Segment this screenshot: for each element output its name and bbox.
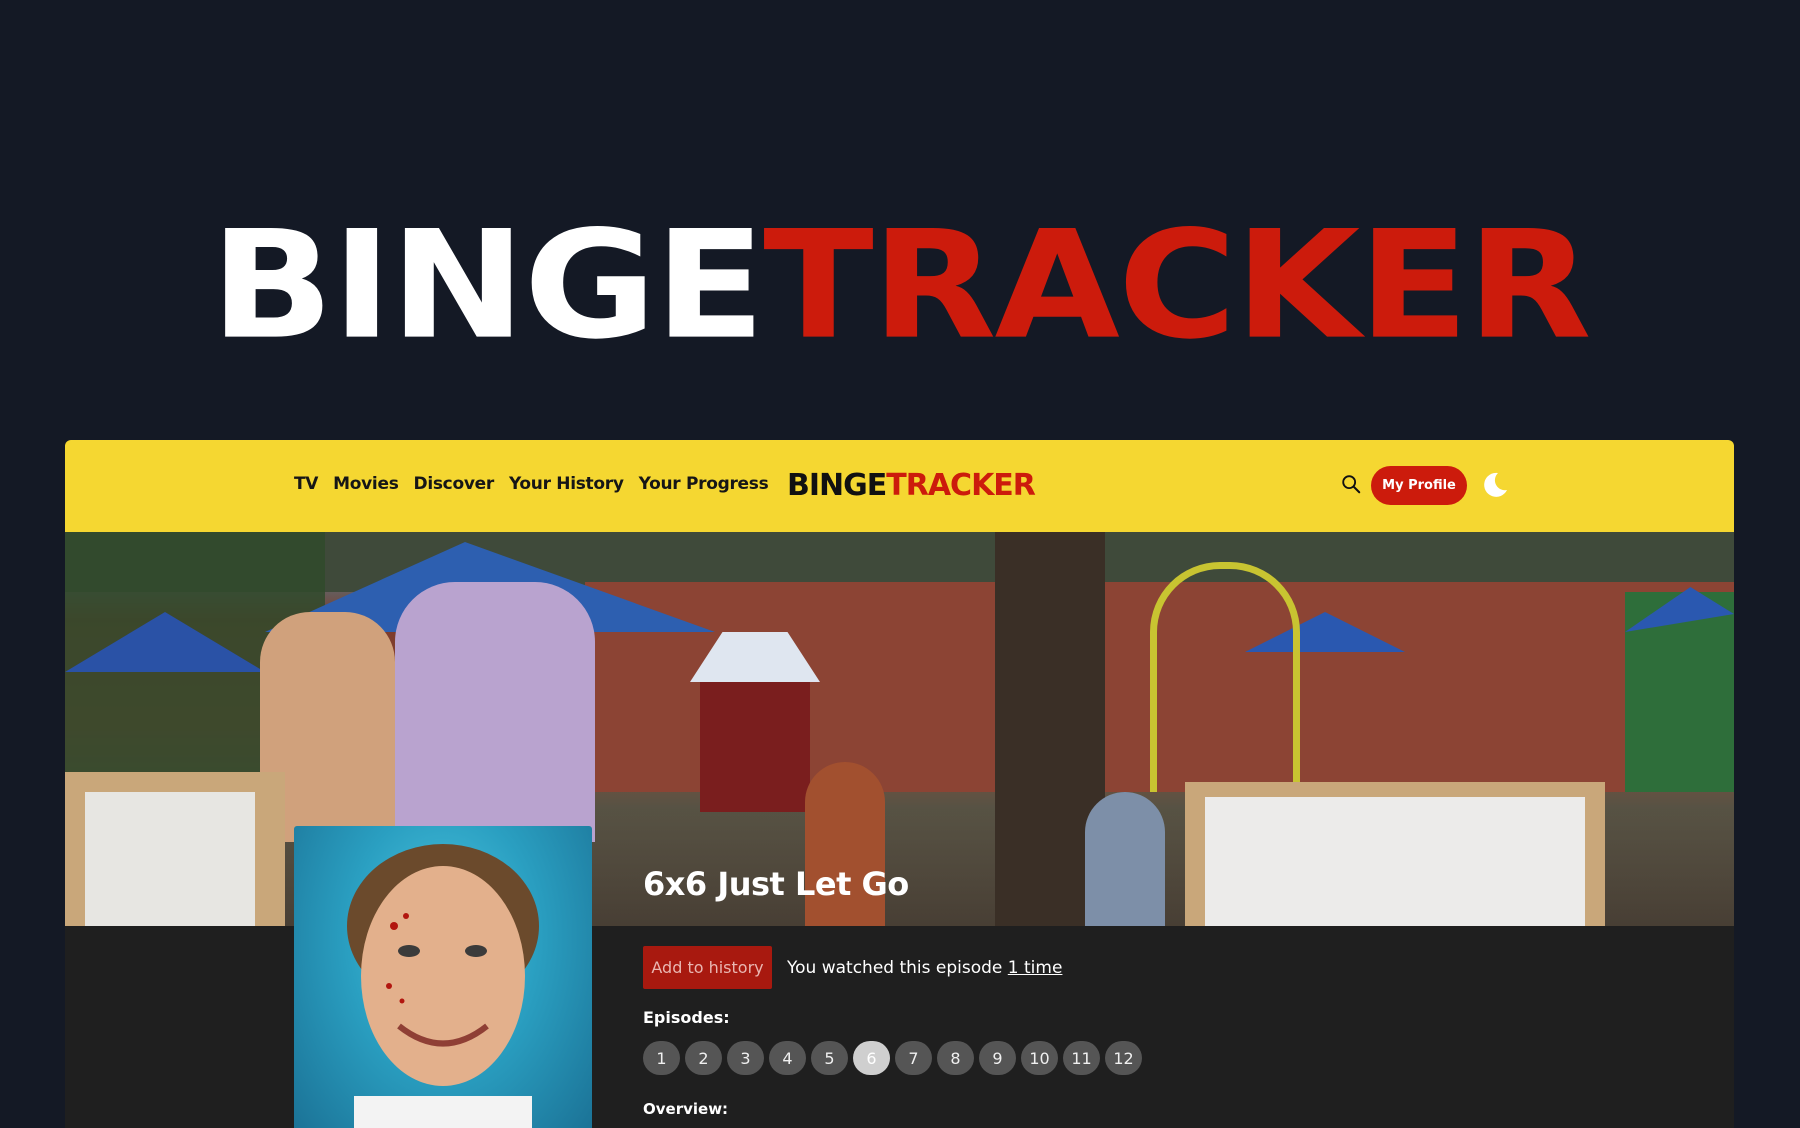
episode-pill-5[interactable]: 5 [811,1041,848,1075]
nav-link-your-progress[interactable]: Your Progress [639,474,769,494]
episode-pill-10[interactable]: 10 [1021,1041,1058,1075]
nav-link-tv[interactable]: TV [294,474,318,494]
navbar: TV Movies Discover Your History Your Pro… [65,440,1734,532]
episode-pill-8[interactable]: 8 [937,1041,974,1075]
episode-pill-3[interactable]: 3 [727,1041,764,1075]
episode-pill-1[interactable]: 1 [643,1041,680,1075]
hero-logo-binge: BINGE [210,199,765,373]
episode-pill-6[interactable]: 6 [853,1041,890,1075]
add-to-history-button[interactable]: Add to history [643,946,772,989]
nav-link-discover[interactable]: Discover [414,474,495,494]
app-window: TV Movies Discover Your History Your Pro… [65,440,1734,1128]
nav-links: TV Movies Discover Your History Your Pro… [294,474,769,494]
episode-pill-11[interactable]: 11 [1063,1041,1100,1075]
episodes-label: Episodes: [643,1008,730,1027]
episode-title: 6x6 Just Let Go [643,865,909,903]
episode-pill-2[interactable]: 2 [685,1041,722,1075]
hero-logo: BINGETRACKER [0,211,1800,360]
episode-pill-9[interactable]: 9 [979,1041,1016,1075]
watched-status: You watched this episode 1 time [787,958,1062,978]
nav-logo[interactable]: BINGETRACKER [787,468,1036,503]
nav-link-movies[interactable]: Movies [333,474,399,494]
episode-list: 1 2 3 4 5 6 7 8 9 10 11 12 [643,1041,1142,1075]
hero-logo-tracker: TRACKER [763,199,1591,373]
episode-pill-7[interactable]: 7 [895,1041,932,1075]
nav-logo-tracker: TRACKER [886,468,1036,503]
my-profile-button[interactable]: My Profile [1371,466,1467,505]
watched-text: You watched this episode [787,958,1008,978]
show-poster [294,826,592,1128]
episode-pill-12[interactable]: 12 [1105,1041,1142,1075]
moon-icon[interactable] [1480,470,1510,500]
poster-portrait-image [347,844,539,1128]
nav-logo-binge: BINGE [787,468,887,503]
nav-link-your-history[interactable]: Your History [509,474,624,494]
watched-count-link[interactable]: 1 time [1008,958,1063,978]
episode-pill-4[interactable]: 4 [769,1041,806,1075]
overview-label: Overview: [643,1100,729,1118]
search-icon[interactable] [1340,473,1362,495]
